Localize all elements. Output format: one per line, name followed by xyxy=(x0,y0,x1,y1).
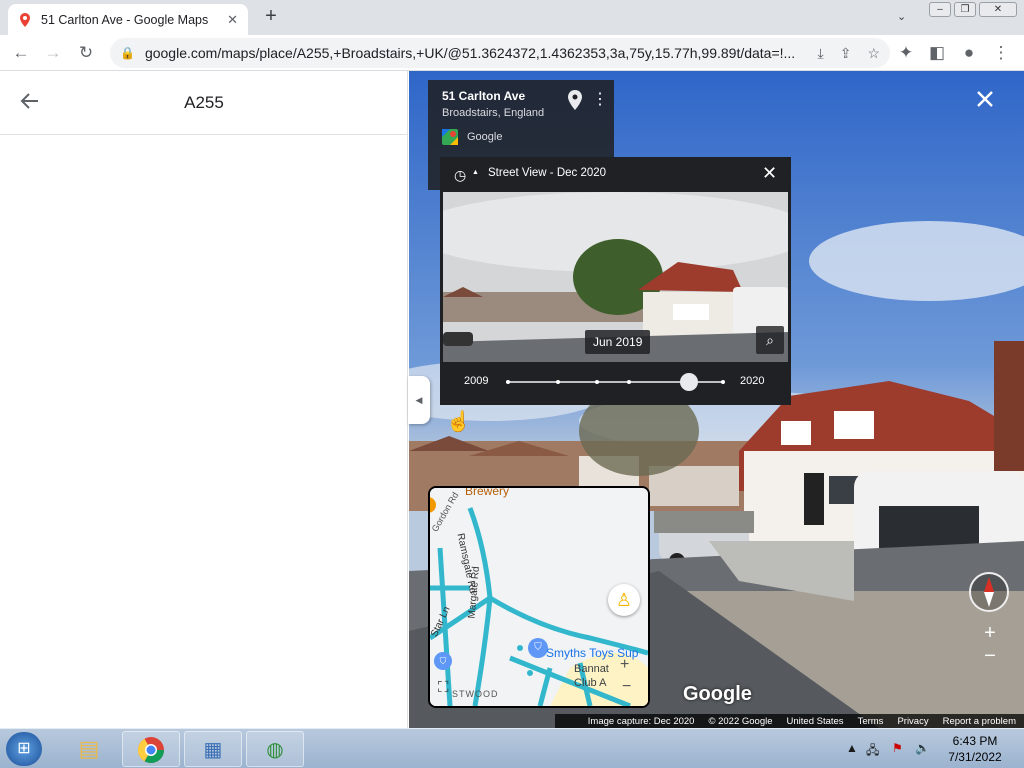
address-bar[interactable]: 🔒 google.com/maps/place/A255,+Broadstair… xyxy=(110,38,890,68)
timeline-dot[interactable] xyxy=(595,380,599,384)
file-explorer-icon[interactable]: ▤ xyxy=(60,731,118,767)
image-capture-date: Image capture: Dec 2020 xyxy=(587,715,695,727)
url-text[interactable]: google.com/maps/place/A255,+Broadstairs,… xyxy=(145,45,802,61)
close-street-view-icon[interactable] xyxy=(976,88,1002,114)
timeline-slider-handle[interactable] xyxy=(680,373,698,391)
bookmark-star-icon[interactable]: ☆ xyxy=(867,45,880,62)
minimap[interactable]: Brewery Ramsgate Rd Gordon Rd Star Ln Ma… xyxy=(428,486,650,708)
restore-button[interactable]: ❐ xyxy=(954,2,976,17)
side-panel: A255 xyxy=(0,71,408,728)
street-view-footer: Image capture: Dec 2020 © 2022 Google Un… xyxy=(555,714,1024,728)
lock-icon[interactable]: 🔒 xyxy=(120,46,135,60)
time-travel-title: Street View - Dec 2020 xyxy=(488,167,607,179)
zoom-preview-icon[interactable]: ⌕ xyxy=(756,326,784,354)
tab-strip: 51 Carlton Ave - Google Maps ✕ + ⌄ – ❐ ✕ xyxy=(0,0,1024,35)
time-travel-header: ◷ ▲ Street View - Dec 2020 xyxy=(450,165,780,185)
menu-kebab-icon[interactable]: ⋮ xyxy=(988,40,1014,66)
caret-up-icon[interactable]: ▲ xyxy=(472,169,479,176)
shopping-bag-pin-icon[interactable]: ⛉ xyxy=(434,652,452,670)
image-source[interactable]: Google xyxy=(442,129,600,145)
more-options-icon[interactable]: ⋮ xyxy=(592,90,608,110)
privacy-link[interactable]: Privacy xyxy=(897,716,928,727)
back-arrow-icon[interactable]: ← xyxy=(8,40,34,66)
chrome-icon xyxy=(137,736,165,763)
reload-icon[interactable]: ↻ xyxy=(73,40,99,66)
copyright: © 2022 Google xyxy=(708,715,773,727)
divider xyxy=(0,134,408,135)
start-button-windows-icon[interactable]: ⊞ xyxy=(6,732,42,766)
source-label: Google xyxy=(467,131,503,143)
timeline-dot[interactable] xyxy=(556,380,560,384)
close-window-button[interactable]: ✕ xyxy=(979,2,1017,17)
map-label-stwood: STWOOD xyxy=(452,689,499,699)
historic-preview-image[interactable]: Jun 2019 ⌕ xyxy=(443,192,788,362)
share-icon[interactable]: ⇪ xyxy=(840,45,852,62)
map-label-club: Club A xyxy=(574,677,607,689)
network-app-icon[interactable]: ◍ xyxy=(246,731,304,767)
show-hidden-icons-icon[interactable]: ▲ xyxy=(846,741,858,755)
tab-search-chevron-icon[interactable]: ⌄ xyxy=(897,10,906,23)
compass-icon[interactable] xyxy=(968,571,1010,613)
zoom-out-icon[interactable]: − xyxy=(978,645,1002,668)
new-tab-button[interactable]: + xyxy=(260,5,282,27)
taskbar: ⊞ ▤ ▦ ◍ ▲ 🖧 ⚑ 🔈 6:43 PM 7/31/2022 xyxy=(0,728,1024,768)
install-icon[interactable]: ⤓ xyxy=(818,45,824,62)
minimap-zoom-out-icon[interactable]: − xyxy=(622,678,631,696)
control-panel-icon[interactable]: ▦ xyxy=(184,731,242,767)
side-panel-icon[interactable]: ◧ xyxy=(924,40,950,66)
map-label-brewery: Brewery xyxy=(465,486,510,498)
collapse-panel-button[interactable]: ◀ xyxy=(408,376,430,424)
chrome-taskbar-button[interactable] xyxy=(122,731,180,767)
close-tab-icon[interactable]: ✕ xyxy=(227,12,238,28)
google-maps-logo-icon xyxy=(442,129,458,145)
selected-date-tooltip: Jun 2019 xyxy=(585,330,651,354)
hand-cursor-icon: ☝ xyxy=(446,411,471,433)
browser-toolbar: ← → ↻ 🔒 google.com/maps/place/A255,+Broa… xyxy=(0,35,1024,71)
browser-tab[interactable]: 51 Carlton Ave - Google Maps ✕ xyxy=(8,4,248,35)
timeline-slider[interactable] xyxy=(506,373,725,391)
google-logo: Google xyxy=(683,683,752,705)
google-maps-pin-icon xyxy=(20,12,30,27)
taskbar-clock[interactable]: 6:43 PM 7/31/2022 xyxy=(930,733,1020,765)
map-label-bannat: Bannat xyxy=(574,663,609,675)
close-popup-icon[interactable]: ✕ xyxy=(762,163,777,184)
zoom-in-icon[interactable]: + xyxy=(978,622,1002,645)
minimap-zoom-in-icon[interactable]: + xyxy=(620,656,629,674)
report-problem-link[interactable]: Report a problem xyxy=(943,716,1016,727)
time-travel-popup: ◷ ▲ Street View - Dec 2020 ✕ Jun 2019 ⌕ … xyxy=(440,157,791,405)
year-start-label: 2009 xyxy=(464,375,489,387)
clock-time: 6:43 PM xyxy=(952,734,998,748)
timeline-dot[interactable] xyxy=(627,380,631,384)
terms-link[interactable]: Terms xyxy=(858,716,884,727)
pegman-icon[interactable]: ♙ xyxy=(608,584,640,616)
action-center-icon[interactable]: ⚑ xyxy=(892,741,903,755)
tab-title: 51 Carlton Ave - Google Maps xyxy=(41,12,209,27)
minimize-button[interactable]: – xyxy=(929,2,951,17)
timeline-dot[interactable] xyxy=(721,380,725,384)
year-end-label: 2020 xyxy=(740,375,765,387)
country-link[interactable]: United States xyxy=(787,716,844,727)
expand-map-icon[interactable]: ⛶ xyxy=(438,679,449,696)
place-title: A255 xyxy=(184,93,224,112)
forward-arrow-icon[interactable]: → xyxy=(40,40,66,66)
volume-icon[interactable]: 🔈 xyxy=(915,741,930,755)
history-clock-icon[interactable]: ◷ xyxy=(454,167,466,184)
clock-date: 7/31/2022 xyxy=(948,750,1002,764)
network-tray-icon[interactable]: 🖧 xyxy=(866,741,879,762)
timeline-dot[interactable] xyxy=(506,380,510,384)
zoom-controls: + − xyxy=(978,622,1002,676)
profile-avatar-icon[interactable]: ● xyxy=(956,40,982,66)
map-pin-icon[interactable] xyxy=(568,90,582,110)
extensions-puzzle-icon[interactable]: ✦ xyxy=(893,40,919,66)
shopping-bag-pin-icon[interactable]: ⛉ xyxy=(528,638,548,658)
